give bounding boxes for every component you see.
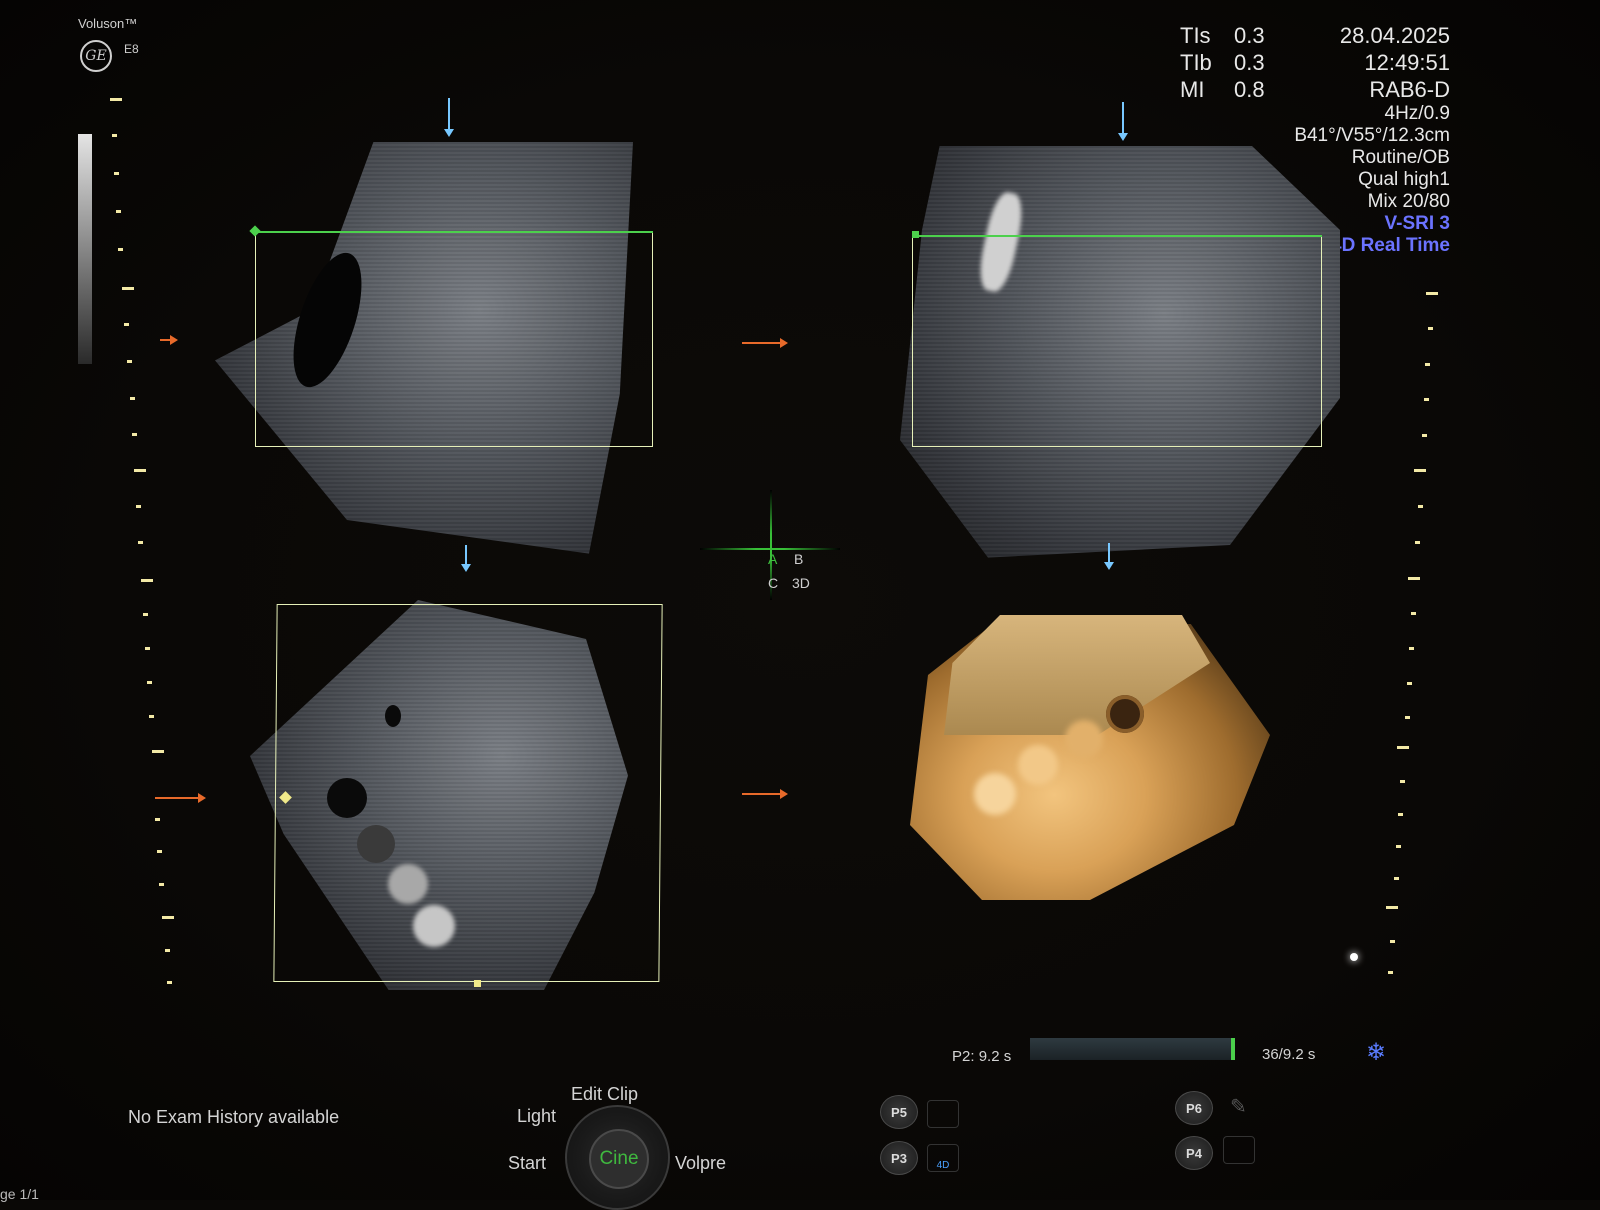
probe-name: RAB6-D bbox=[1369, 77, 1450, 102]
volume-geometry: B41°/V55°/12.3cm bbox=[1294, 125, 1450, 146]
quadrant-selector[interactable]: A B C 3D bbox=[700, 490, 840, 610]
render-follicle-3 bbox=[1018, 745, 1058, 785]
brand-name: Voluson™ bbox=[78, 16, 138, 31]
dial-label-volpre[interactable]: Volpre bbox=[675, 1153, 726, 1174]
p5-button[interactable]: P5 bbox=[880, 1095, 918, 1129]
exam-date: 28.04.2025 bbox=[1339, 23, 1450, 48]
roi-top-edge-a[interactable] bbox=[255, 231, 653, 233]
printer-icon[interactable] bbox=[1223, 1136, 1255, 1164]
quad-label-c[interactable]: C bbox=[768, 575, 778, 591]
plane-arrow-a bbox=[742, 338, 788, 348]
roi-box-a[interactable] bbox=[255, 232, 653, 447]
dial-label-start[interactable]: Start bbox=[508, 1153, 546, 1174]
render-follicle-2 bbox=[1065, 720, 1103, 758]
view-direction-arrow-c bbox=[461, 545, 471, 572]
view-direction-arrow-a bbox=[444, 98, 454, 137]
roi-box-b[interactable] bbox=[912, 236, 1322, 447]
exam-time: 12:49:51 bbox=[1364, 50, 1450, 75]
ultrasound-screen: Voluson™ GE E8 TIs 0.3 TIb 0.3 MI 0.8 28… bbox=[0, 0, 1600, 1210]
quad-label-b[interactable]: B bbox=[794, 551, 803, 567]
report-icon[interactable] bbox=[927, 1100, 959, 1128]
dial-label-light[interactable]: Light bbox=[517, 1106, 556, 1127]
quad-label-3d[interactable]: 3D bbox=[792, 575, 810, 591]
p6-button[interactable]: P6 bbox=[1175, 1091, 1213, 1125]
model-label: E8 bbox=[124, 42, 139, 56]
roi-handle-c-bottom[interactable] bbox=[474, 980, 481, 987]
pen-icon[interactable]: ✎ bbox=[1230, 1094, 1247, 1119]
snowflake-icon[interactable]: ❄ bbox=[1366, 1038, 1386, 1067]
view-direction-arrow-d bbox=[1104, 543, 1114, 570]
depth-marker-a bbox=[160, 335, 178, 345]
ge-logo-icon: GE bbox=[80, 40, 112, 72]
dial-label-edit-clip[interactable]: Edit Clip bbox=[571, 1084, 638, 1105]
cine-frame-counter: 36/9.2 s bbox=[1262, 1046, 1316, 1063]
cine-progress-fill bbox=[1231, 1038, 1235, 1060]
render-follicle-4 bbox=[974, 773, 1016, 815]
frequency: 4Hz/0.9 bbox=[1384, 103, 1450, 124]
light-source-icon[interactable] bbox=[1350, 953, 1358, 961]
p3-button[interactable]: P3 bbox=[880, 1141, 918, 1175]
grayscale-bar bbox=[78, 134, 92, 364]
cine-p2: P2: 9.2 s bbox=[952, 1048, 1011, 1065]
exam-history-status: No Exam History available bbox=[128, 1107, 340, 1127]
cine-dial[interactable]: Cine bbox=[565, 1105, 670, 1210]
cine-button[interactable]: Cine bbox=[589, 1129, 649, 1189]
plane-arrow-c bbox=[742, 789, 788, 799]
render-follicle-1 bbox=[1106, 695, 1144, 733]
quad-label-a[interactable]: A bbox=[768, 551, 777, 567]
cine-progress-bar[interactable] bbox=[1030, 1038, 1235, 1060]
roi-box-c[interactable] bbox=[273, 604, 663, 982]
4d-icon[interactable]: 4D bbox=[927, 1144, 959, 1172]
cine-p2-label: P2: bbox=[952, 1048, 975, 1065]
depth-marker-c bbox=[155, 793, 206, 803]
roi-handle-b[interactable] bbox=[912, 231, 919, 238]
p4-button[interactable]: P4 bbox=[1175, 1136, 1213, 1170]
cine-p2-value: 9.2 s bbox=[978, 1048, 1012, 1065]
view-direction-arrow-b bbox=[1118, 102, 1128, 141]
roi-top-edge-b[interactable] bbox=[912, 235, 1322, 237]
